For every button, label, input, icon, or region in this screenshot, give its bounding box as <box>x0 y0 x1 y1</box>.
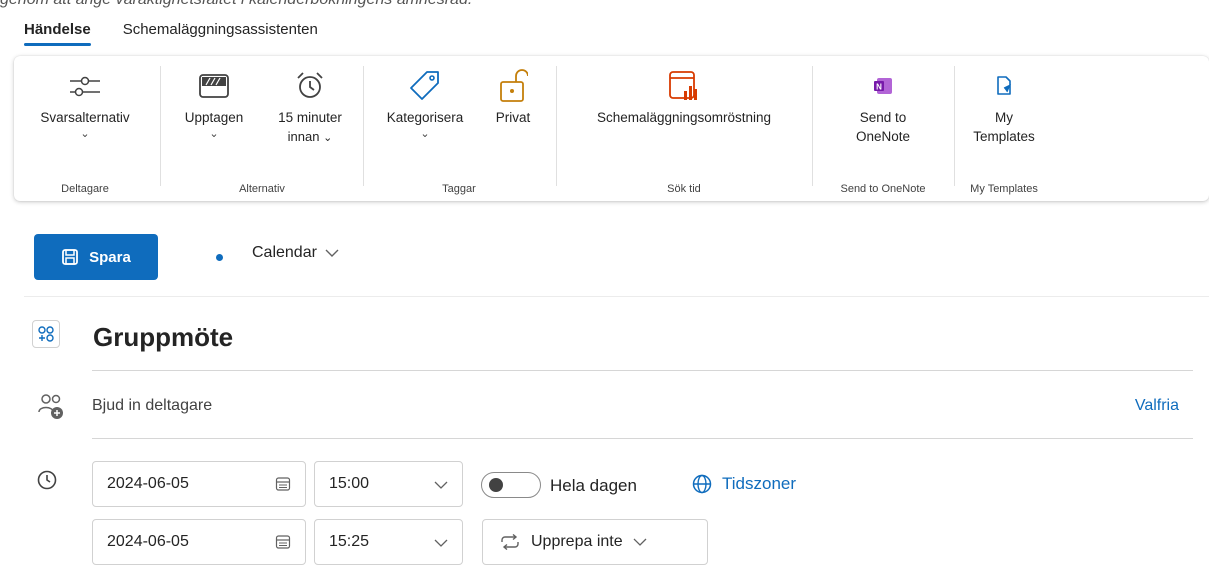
calendar-label: Calendar <box>252 244 317 261</box>
start-time-value: 15:00 <box>329 475 370 492</box>
group-title-find-time: Sök tid <box>667 183 701 195</box>
reminder-label-line1: 15 minuter <box>278 110 342 125</box>
optional-attendees-link[interactable]: Valfria <box>1135 397 1179 415</box>
categorize-button[interactable]: Kategorisera ⌄ <box>370 64 480 141</box>
repeat-label: Upprepa inte <box>531 533 623 550</box>
calendar-color-dot <box>216 254 223 261</box>
save-label: Spara <box>89 248 131 266</box>
show-as-busy-button[interactable]: Upptagen ⌄ <box>168 64 260 141</box>
send-onenote-label-line2: OneNote <box>855 129 911 144</box>
title-icon-button[interactable] <box>32 320 60 348</box>
chevron-down-icon <box>325 249 339 257</box>
unlock-icon <box>500 69 528 102</box>
scheduling-poll-icon <box>669 71 697 100</box>
people-add-icon <box>38 394 63 419</box>
all-day-label: Hela dagen <box>550 476 637 495</box>
caption-text: genom att ange varaktighetsfältet i kale… <box>0 0 472 9</box>
alarm-clock-icon <box>297 72 323 98</box>
ribbon-group-templates: My Templates My Templates <box>958 56 1050 201</box>
end-time-value: 15:25 <box>329 533 370 550</box>
templates-label-line1: My <box>995 110 1013 125</box>
start-time-field[interactable]: 15:00 <box>314 461 463 507</box>
send-onenote-label-line1: Send to <box>859 110 907 125</box>
repeat-dropdown[interactable]: Upprepa inte <box>482 519 708 565</box>
ribbon-group-attendees: Svarsalternativ ⌄ Deltagare <box>14 56 156 201</box>
calendar-icon[interactable] <box>275 476 291 492</box>
response-options-label: Svarsalternativ <box>40 110 130 125</box>
end-time-field[interactable]: 15:25 <box>314 519 463 565</box>
divider <box>160 66 161 186</box>
divider <box>556 66 557 186</box>
busy-label: Upptagen <box>184 110 244 125</box>
private-label: Privat <box>495 110 531 125</box>
tag-icon <box>410 71 439 100</box>
reminder-button[interactable]: 15 minuter innan ⌄ <box>264 64 356 148</box>
apps-icon <box>38 326 54 342</box>
scheduling-poll-label: Schemaläggningsomröstning <box>596 110 772 125</box>
tab-scheduling-assistant[interactable]: Schemaläggningsassistenten <box>123 18 318 50</box>
invite-attendees-input[interactable]: Bjud in deltagare <box>92 397 212 415</box>
chevron-down-icon: ⌄ <box>80 128 90 140</box>
timezones-label: Tidszoner <box>722 474 797 493</box>
busy-status-icon <box>199 74 229 98</box>
ribbon-group-find-time: Schemaläggningsomröstning Sök tid <box>559 56 809 201</box>
group-title-attendees: Deltagare <box>61 183 109 195</box>
private-button[interactable]: Privat <box>480 64 546 127</box>
divider <box>24 296 1209 297</box>
divider <box>812 66 813 186</box>
templates-label-line2: Templates <box>973 129 1035 144</box>
save-icon <box>62 249 79 265</box>
event-title[interactable]: Gruppmöte <box>93 322 233 353</box>
clock-icon <box>37 470 57 490</box>
repeat-icon <box>501 534 519 550</box>
group-title-onenote: Send to OneNote <box>840 183 926 195</box>
categorize-label: Kategorisera <box>386 110 464 125</box>
my-templates-button[interactable]: My Templates <box>964 64 1044 146</box>
chevron-down-icon <box>633 538 647 546</box>
ribbon-group-tags: Kategorisera ⌄ Privat Taggar <box>366 56 552 201</box>
reminder-label-line2: innan ⌄ <box>287 129 333 144</box>
all-day-toggle[interactable] <box>481 472 541 498</box>
chevron-down-icon[interactable] <box>434 480 448 490</box>
send-to-onenote-button[interactable]: N Send to OneNote <box>823 64 943 146</box>
group-title-tags: Taggar <box>442 183 476 195</box>
ribbon-group-onenote: N Send to OneNote Send to OneNote <box>815 56 951 201</box>
response-options-button[interactable]: Svarsalternativ ⌄ <box>18 64 152 141</box>
globe-icon <box>692 474 712 494</box>
start-date-value: 2024-06-05 <box>107 475 189 492</box>
tab-bar: Händelse Schemaläggningsassistenten <box>24 18 318 54</box>
chevron-down-icon: ⌄ <box>420 128 430 140</box>
response-options-icon <box>70 76 100 97</box>
ribbon: Svarsalternativ ⌄ Deltagare Upptagen ⌄ 1… <box>14 56 1209 201</box>
timezones-button[interactable]: Tidszoner <box>692 474 796 494</box>
divider <box>92 438 1193 439</box>
divider <box>92 370 1193 371</box>
scheduling-poll-button[interactable]: Schemaläggningsomröstning <box>565 64 803 127</box>
calendar-selector[interactable]: Calendar <box>252 244 339 262</box>
group-title-options: Alternativ <box>239 183 285 195</box>
group-title-templates: My Templates <box>970 183 1038 195</box>
divider <box>363 66 364 186</box>
tab-event[interactable]: Händelse <box>24 18 91 50</box>
calendar-icon[interactable] <box>275 534 291 550</box>
onenote-icon: N <box>874 78 892 94</box>
ribbon-group-options: Upptagen ⌄ 15 minuter innan ⌄ Alternativ <box>164 56 360 201</box>
divider <box>954 66 955 186</box>
svg-text:N: N <box>876 83 882 92</box>
end-date-value: 2024-06-05 <box>107 533 189 550</box>
save-button[interactable]: Spara <box>34 234 158 280</box>
end-date-field[interactable]: 2024-06-05 <box>92 519 306 565</box>
templates-icon <box>997 76 1011 95</box>
start-date-field[interactable]: 2024-06-05 <box>92 461 306 507</box>
chevron-down-icon[interactable] <box>434 538 448 548</box>
chevron-down-icon: ⌄ <box>209 128 219 140</box>
